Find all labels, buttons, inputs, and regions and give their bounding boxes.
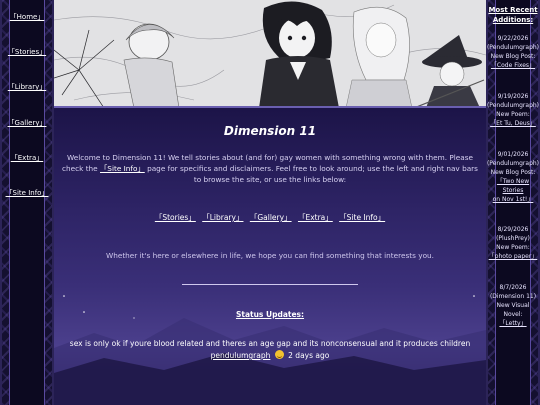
tagline: Whether it's here or elsewhere in life, … (105, 251, 434, 260)
recent-entry-link[interactable]: 「Et Tu, Deus」 (486, 119, 540, 128)
recent-entry-type: New Poem: (496, 111, 530, 118)
recent-entry-type: New Poem: (496, 244, 530, 251)
nav-gallery-link[interactable]: 「Gallery」 (0, 118, 54, 128)
smiling-face-icon (274, 350, 284, 359)
nav-site-info-link[interactable]: 「Site Info」 (0, 188, 54, 198)
recent-entry: 8/29/2026 (PlushPrey) New Poem: 「photo p… (486, 225, 540, 261)
recent-entry-date: 8/7/2026 (499, 284, 527, 291)
nav-extra-link[interactable]: 「Extra」 (0, 153, 54, 163)
recent-entry-link-line2[interactable]: Stories (486, 186, 540, 195)
recent-entry-type: New Blog Post: (490, 169, 536, 176)
recent-entry-link-line3[interactable]: on Nov 1st!」 (486, 195, 540, 204)
recent-entry: 9/19/2026 (Pendulumgraph) New Poem: 「Et … (486, 92, 540, 128)
header-banner-illustration (54, 0, 486, 108)
page-title: Dimension 11 (223, 124, 317, 138)
nav-library-link[interactable]: 「Library」 (0, 82, 54, 92)
nav-home-link[interactable]: 「Home」 (0, 12, 54, 22)
recent-entry-date: 9/22/2026 (497, 35, 529, 42)
recent-entry-type: New Blog Post: (490, 53, 536, 60)
status-update-text: sex is only ok if youre blood related an… (69, 339, 471, 348)
banner-artwork (54, 0, 486, 106)
intro-site-info-link[interactable]: 「Site Info」 (100, 164, 145, 173)
recent-entry-author: (PlushPrey) (496, 235, 530, 242)
left-nav-bar (0, 0, 54, 405)
link-library[interactable]: 「Library」 (202, 213, 243, 222)
link-site-info[interactable]: 「Site Info」 (339, 213, 385, 222)
status-updates-heading: Status Updates: (235, 310, 305, 319)
intro-paragraph: Welcome to Dimension 11! We tell stories… (62, 152, 478, 185)
recent-entry-date: 8/29/2026 (497, 226, 529, 233)
divider (182, 284, 358, 285)
main-content: Dimension 11 Welcome to Dimension 11! We… (54, 108, 486, 405)
recent-entry-link[interactable]: 「Letty」 (486, 319, 540, 328)
main-links-row: 「Stories」 「Library」 「Gallery」 「Extra」 「S… (54, 212, 486, 223)
recent-heading-line1: Most Recent (488, 6, 538, 14)
recent-additions-heading: Most Recent Additions: (486, 5, 540, 25)
left-nav-ornament (9, 0, 45, 405)
recent-entry-type: New Visual (496, 302, 530, 309)
recent-entry-link[interactable]: 「photo paper」 (486, 252, 540, 261)
recent-entry-author: (Pendulumgraph) (486, 160, 540, 167)
status-timestamp: 2 days ago (288, 351, 330, 360)
intro-text-2: page for specifics and disclaimers. Feel… (147, 164, 478, 184)
recent-heading-line2: Additions: (492, 16, 534, 24)
recent-entry-author: (Dimension 11) (489, 293, 537, 300)
recent-entry: 9/01/2026 (Pendulumgraph) New Blog Post:… (486, 150, 540, 204)
recent-entry-link[interactable]: 「Code Fixes」 (486, 61, 540, 70)
recent-entry-date: 9/01/2026 (497, 151, 529, 158)
status-author-link[interactable]: pendulumgraph (211, 351, 271, 360)
nav-stories-link[interactable]: 「Stories」 (0, 47, 54, 57)
recent-entry-date: 9/19/2026 (497, 93, 529, 100)
recent-entry-author: (Pendulumgraph) (486, 102, 540, 109)
recent-entry-author: (Pendulumgraph) (486, 44, 540, 51)
recent-entry-type-line2: Novel: (503, 311, 523, 318)
recent-entry: 8/7/2026 (Dimension 11) New Visual Novel… (486, 283, 540, 328)
link-stories[interactable]: 「Stories」 (155, 213, 196, 222)
recent-entry: 9/22/2026 (Pendulumgraph) New Blog Post:… (486, 34, 540, 70)
recent-entry-link[interactable]: 「Two New (486, 177, 540, 186)
status-update-meta: pendulumgraph 2 days ago (54, 350, 486, 360)
link-gallery[interactable]: 「Gallery」 (250, 213, 292, 222)
link-extra[interactable]: 「Extra」 (298, 213, 333, 222)
